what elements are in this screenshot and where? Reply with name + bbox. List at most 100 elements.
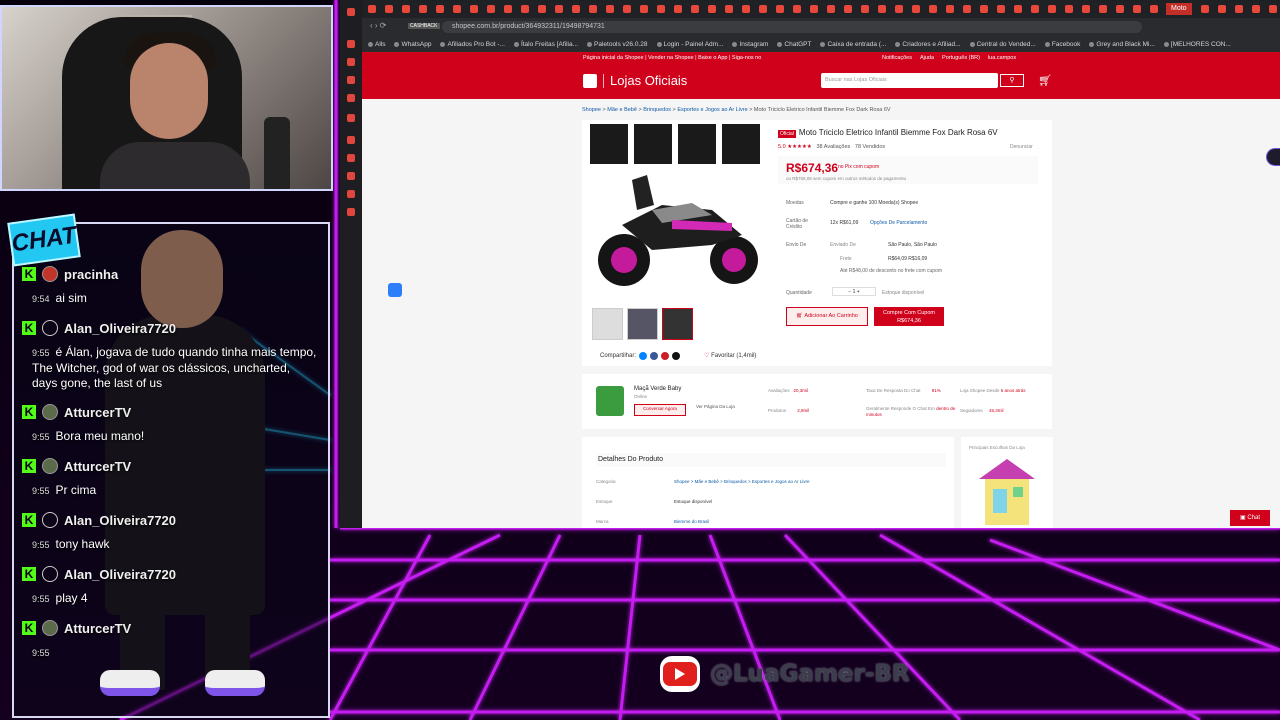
breadcrumb-item[interactable]: Esportes e Jogos ao Ar Livre [677,107,747,113]
bookmark[interactable]: Login - Painel Adm... [657,41,724,48]
brand-value[interactable]: Biemme do Brasil [674,519,709,524]
bookmark[interactable]: Caixa de entrada (... [820,41,886,48]
heart-icon: ♡ [704,353,710,359]
chat-message-user: K AtturcerTV [22,401,131,423]
bookmark[interactable]: WhatsApp [394,41,431,48]
chat-time: 9:55 [32,594,50,604]
chat-text: Bora meu mano! [55,429,145,443]
chat-text: tony hawk [55,537,110,551]
pinterest-icon[interactable] [661,352,670,360]
tab-active[interactable]: Moto [1166,3,1192,15]
playhouse-image[interactable] [979,459,1035,525]
breadcrumb-item[interactable]: Brinquedos [643,107,671,113]
back-icon[interactable]: ‹ › ⟳ [370,21,386,30]
favorite-button[interactable]: ♡ Favoritar (1,4mil) [704,352,756,359]
chat-message: 9:55 Pr cima [32,483,318,499]
cart-icon[interactable]: 🛒︎ [1038,74,1052,87]
product-image[interactable] [592,165,762,295]
tab-active-label: Moto [1166,3,1192,15]
browser-window: Moto ‹ › ⟳ CASHBACK shopee.com.br/produc… [340,0,1280,528]
chat-now-button[interactable]: Conversar Agora [634,404,686,416]
x-icon[interactable] [672,352,681,360]
search-button[interactable]: ⚲ [1000,74,1024,87]
details-title: Detalhes Do Produto [596,453,946,467]
messenger-icon[interactable] [639,352,648,360]
report-link[interactable]: Denunciar [1010,144,1033,150]
bookmark[interactable]: Ítalo Freitas [Afilia... [514,41,578,48]
bookmark[interactable]: Paletools v26.0.28 [587,41,647,48]
quantity-stepper[interactable]: − 1 + [832,287,876,296]
bookmark[interactable]: Instagram [732,41,768,48]
chat-message: 9:55 é Álan, jogava de tudo quando tinha … [32,345,318,391]
thumbnail-selected[interactable] [662,308,693,340]
stat-label: Geralmente Responde O Chat Em [866,406,935,411]
language-select[interactable]: Português (BR) [942,55,980,61]
gallery-image[interactable] [722,124,760,164]
stat-value: 45,3mil [989,408,1004,413]
price: R$674,36 [786,161,839,175]
gallery-top [590,124,760,164]
user-avatar [42,266,58,282]
stock-label: Estoque [596,499,613,504]
bookmark[interactable]: ChatGPT [777,41,811,48]
add-to-cart-label: Adicionar Ao Carrinho [804,313,858,319]
shop-avatar[interactable] [596,386,624,416]
gallery-image[interactable] [634,124,672,164]
seller-card: Maçã Verde Baby Online Conversar Agora V… [582,374,1052,429]
view-shop-button[interactable]: Ver Página Da Loja [696,404,740,409]
category-label: Categoria [596,479,616,484]
buy-with-coupon-button[interactable]: Compre Com Cupom R$674,36 [874,307,944,326]
extension-icon[interactable] [388,283,402,297]
kick-icon: K [22,321,36,335]
shopee-logo[interactable]: Lojas Oficiais [583,73,687,88]
chat-message: 9:55 [32,645,318,661]
card-value: 12x R$61,09 [830,220,859,226]
shopee-chat-button[interactable]: ▣ Chat [1230,510,1270,526]
bookmark[interactable]: Alls [368,41,385,48]
help-link[interactable]: Ajuda [920,55,934,61]
breadcrumb-item[interactable]: Shopee [582,107,601,113]
bookmark[interactable]: [MELHORES CON... [1164,41,1231,48]
chat-message-user: K AtturcerTV [22,455,131,477]
freight-note: Até R$48,00 de desconto no frete com cup… [840,268,943,274]
ship-city[interactable]: São Paulo, São Paulo [888,242,937,248]
breadcrumb: Shopee > Mãe e Bebê > Brinquedos > Espor… [582,107,891,113]
price-note: no Pix com cupom [838,164,880,170]
thumbnail[interactable] [627,308,658,340]
gallery-image[interactable] [590,124,628,164]
bookmark[interactable]: Afiliados Pro Bot -... [440,41,504,48]
extension-widget[interactable]: $ [1266,148,1280,166]
bookmark[interactable]: Criadores e Afiliad... [895,41,960,48]
thumbnail[interactable] [592,308,623,340]
top-links[interactable]: Página inicial da Shopee | Vender na Sho… [583,55,761,61]
search-input[interactable]: Buscar nas Lojas Oficiais [821,73,998,88]
chat-message-user: K Alan_Oliveira7720 [22,509,176,531]
chat-username: pracinha [64,266,119,282]
kick-icon: K [22,267,36,281]
breadcrumb-item[interactable]: Mãe e Bebê [607,107,637,113]
card-label: Cartão de Crédito [786,218,808,230]
freight-value: R$64,09 R$16,09 [888,256,928,262]
category-value[interactable]: Shopee > Mãe e Bebê > Brinquedos > Espor… [674,479,809,484]
quantity-label: Quantidade [786,290,812,296]
product-details: Detalhes Do Produto Categoria Shopee > M… [582,437,954,528]
url-field[interactable]: shopee.com.br/product/364932311/19498794… [442,21,1142,33]
bookmark[interactable]: Grey and Black Mi... [1089,41,1155,48]
account-link[interactable]: lua.campos [988,55,1016,61]
chat-message: 9:55 play 4 [32,591,318,607]
channel-handle: @LuaGamer-BR [710,661,910,687]
chat-username: Alan_Oliveira7720 [64,320,177,336]
add-to-cart-button[interactable]: 🛒︎ Adicionar Ao Carrinho [786,307,868,326]
user-avatar [42,404,58,420]
bookmark[interactable]: Facebook [1045,41,1081,48]
bookmark[interactable]: Central do Vended... [970,41,1036,48]
gallery-image[interactable] [678,124,716,164]
notifications-link[interactable]: Notificações [882,55,912,61]
search-icon: ⚲ [1009,77,1015,84]
kick-icon: K [22,405,36,419]
cashback-badge[interactable]: CASHBACK [408,23,440,29]
reviews-label[interactable]: Avaliações [824,144,851,150]
installments-link[interactable]: Opções De Parcelamento [870,220,927,226]
facebook-icon[interactable] [650,352,659,360]
chat-message-user: K Alan_Oliveira7720 [22,563,176,585]
